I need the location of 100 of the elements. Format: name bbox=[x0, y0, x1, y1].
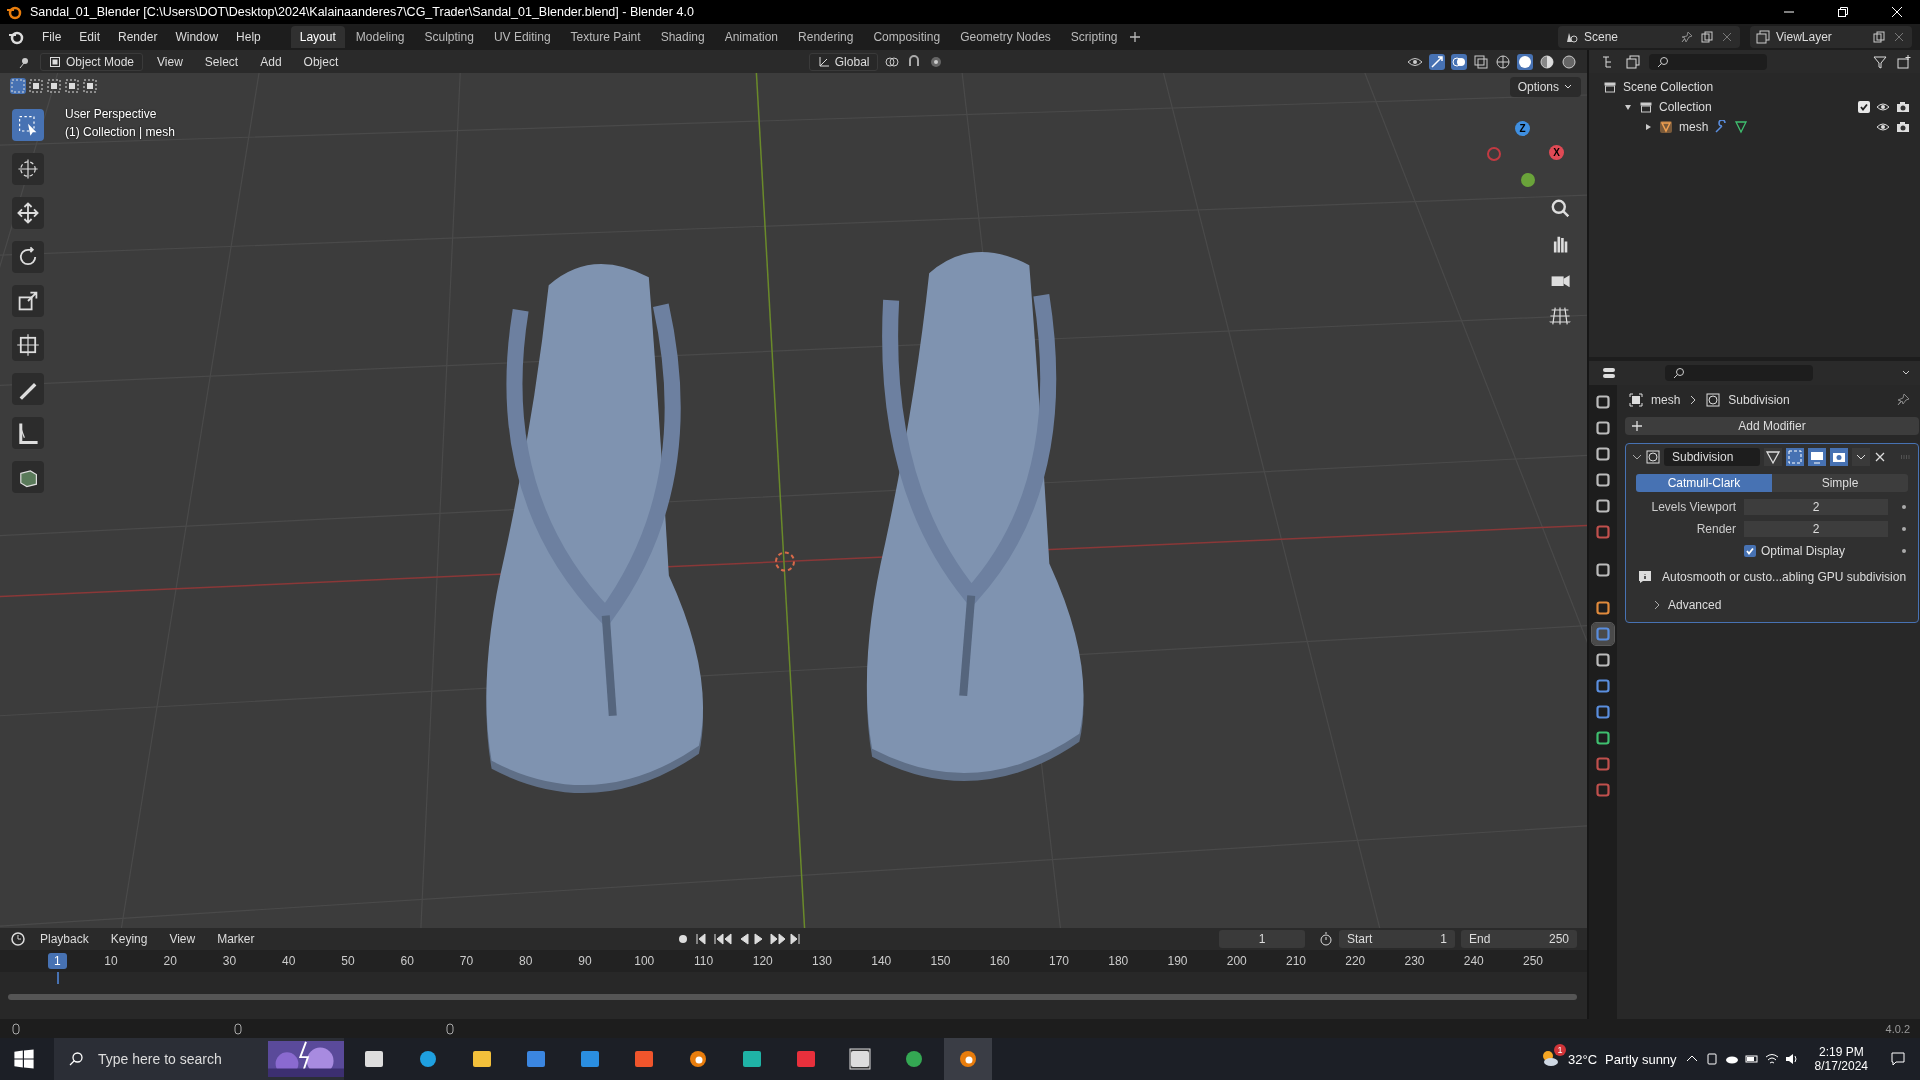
pin-icon[interactable] bbox=[1680, 30, 1694, 44]
menu-item[interactable]: Keying bbox=[102, 929, 156, 949]
filter-layers-icon[interactable] bbox=[1625, 53, 1641, 70]
workspace-tab[interactable]: Geometry Nodes bbox=[951, 26, 1060, 48]
rotate-icon[interactable] bbox=[12, 241, 44, 273]
close-icon[interactable] bbox=[1874, 451, 1886, 463]
eye-icon[interactable] bbox=[1876, 100, 1890, 114]
add-icon[interactable] bbox=[1128, 31, 1141, 43]
scene-selector[interactable]: Scene bbox=[1558, 26, 1740, 48]
overlay-toggle-icon[interactable] bbox=[1451, 53, 1467, 70]
add-modifier-button[interactable]: Add Modifier bbox=[1625, 417, 1919, 435]
workspace-tab[interactable]: Shading bbox=[651, 26, 714, 48]
filter-icon[interactable] bbox=[1872, 53, 1888, 70]
workspace-tab[interactable]: Texture Paint bbox=[561, 26, 650, 48]
outliner-item[interactable]: mesh bbox=[1679, 120, 1709, 134]
clock-time[interactable]: 2:19 PM bbox=[1818, 1045, 1864, 1059]
cursor-icon[interactable] bbox=[12, 153, 44, 185]
workspace-tab[interactable]: Scripting bbox=[1061, 26, 1127, 48]
render-camera-icon[interactable] bbox=[1830, 448, 1848, 466]
measure-icon[interactable] bbox=[12, 417, 44, 449]
menu-item[interactable]: Object bbox=[295, 51, 347, 72]
app-logo-icon[interactable] bbox=[8, 29, 24, 45]
record-icon[interactable] bbox=[676, 933, 689, 945]
restore-icon[interactable] bbox=[1837, 6, 1849, 18]
view-layer-selector[interactable]: ViewLayer bbox=[1750, 26, 1912, 48]
battery-icon[interactable] bbox=[1744, 1052, 1759, 1066]
render-camera-icon[interactable] bbox=[1896, 120, 1910, 134]
workspace-tab[interactable]: UV Editing bbox=[484, 26, 560, 48]
solid-shading-icon[interactable] bbox=[1517, 53, 1533, 70]
expand-toggle[interactable] bbox=[1643, 123, 1653, 131]
menu-item[interactable]: Window bbox=[167, 27, 227, 47]
select-mode-icon[interactable] bbox=[82, 78, 98, 94]
orientation-dropdown[interactable]: Global bbox=[808, 52, 879, 71]
stopwatch-icon[interactable] bbox=[1319, 932, 1333, 946]
annotate-icon[interactable] bbox=[12, 373, 44, 405]
properties-search-field[interactable] bbox=[1665, 365, 1813, 381]
workspace-tab[interactable]: Rendering bbox=[789, 26, 863, 48]
monitor-icon[interactable] bbox=[1808, 448, 1826, 466]
wireframe-shading-icon[interactable] bbox=[1495, 53, 1511, 70]
copy-icon[interactable] bbox=[1700, 30, 1714, 44]
volume-icon[interactable] bbox=[1784, 1052, 1799, 1066]
select-mode-icon[interactable] bbox=[28, 78, 44, 94]
start-frame-field[interactable]: Start 1 bbox=[1339, 930, 1455, 948]
rendered-shading-icon[interactable] bbox=[1561, 53, 1577, 70]
move-icon[interactable] bbox=[12, 197, 44, 229]
number-field[interactable]: 2 bbox=[1744, 499, 1888, 515]
keyframe-dot-icon[interactable] bbox=[1902, 527, 1906, 531]
mesh-data-icon[interactable] bbox=[1734, 120, 1749, 134]
select-mode-icon[interactable] bbox=[46, 78, 62, 94]
gizmo-toggle-icon[interactable] bbox=[1429, 53, 1445, 70]
outliner-search-field[interactable] bbox=[1649, 53, 1767, 70]
menu-item[interactable]: Marker bbox=[209, 929, 263, 949]
menu-item[interactable]: View bbox=[161, 929, 204, 949]
current-frame-field[interactable]: 1 bbox=[1219, 930, 1305, 948]
material-shading-icon[interactable] bbox=[1539, 53, 1555, 70]
weather-text[interactable]: Partly sunny bbox=[1605, 1051, 1677, 1067]
include-checkbox[interactable] bbox=[1858, 101, 1870, 113]
menu-item[interactable]: Playback bbox=[32, 929, 97, 949]
eye-icon[interactable] bbox=[1876, 120, 1890, 134]
editor-type-icon[interactable] bbox=[1601, 365, 1617, 381]
number-field[interactable]: 2 bbox=[1744, 521, 1888, 537]
xray-icon[interactable] bbox=[1473, 53, 1489, 70]
outliner-item[interactable]: Collection bbox=[1659, 100, 1712, 114]
render-camera-icon[interactable] bbox=[1896, 100, 1910, 114]
menu-item[interactable]: Select bbox=[196, 51, 247, 72]
transform-icon[interactable] bbox=[12, 329, 44, 361]
taskbar-search-field[interactable]: Type here to search bbox=[54, 1038, 344, 1080]
workspace-tab[interactable]: Sculpting bbox=[415, 26, 483, 48]
outliner-item[interactable]: Scene Collection bbox=[1623, 80, 1714, 94]
options-button[interactable]: Options bbox=[1509, 77, 1581, 97]
clock-date[interactable]: 8/17/2024 bbox=[1814, 1059, 1868, 1073]
menu-item[interactable]: View bbox=[149, 51, 191, 72]
menu-item[interactable]: Edit bbox=[71, 27, 109, 47]
notifications-icon[interactable] bbox=[1890, 1051, 1906, 1067]
edit-mode-icon[interactable] bbox=[1764, 448, 1782, 466]
keyframe-dot-icon[interactable] bbox=[1902, 549, 1906, 553]
orbit-icon[interactable] bbox=[944, 1038, 992, 1080]
workspace-tab[interactable]: Compositing bbox=[864, 26, 950, 48]
select-mode-icon[interactable] bbox=[64, 78, 80, 94]
tray-icon[interactable] bbox=[1704, 1052, 1719, 1066]
select-box-icon[interactable] bbox=[12, 109, 44, 141]
workspace-tab[interactable]: Animation bbox=[715, 26, 788, 48]
scale-icon[interactable] bbox=[12, 285, 44, 317]
new-collection-icon[interactable] bbox=[1896, 53, 1912, 70]
menu-item[interactable]: File bbox=[34, 27, 70, 47]
navigation-gizmo[interactable]: Z X bbox=[1481, 115, 1571, 195]
copy-icon[interactable] bbox=[1872, 30, 1886, 44]
mode-dropdown[interactable]: Object Mode bbox=[40, 52, 144, 71]
keyframe-dot-icon[interactable] bbox=[1902, 505, 1906, 509]
optimal-display-checkbox[interactable]: Optimal Display bbox=[1744, 544, 1888, 558]
pin-icon[interactable] bbox=[1896, 393, 1910, 407]
menu-item[interactable]: Add bbox=[252, 51, 290, 72]
playhead-frame[interactable]: 1 bbox=[48, 953, 67, 969]
workspace-tab[interactable]: Layout bbox=[290, 26, 345, 48]
expand-toggle[interactable] bbox=[1623, 103, 1633, 111]
add-cube-icon[interactable] bbox=[12, 461, 44, 493]
modifier-name-field[interactable]: Subdivision bbox=[1664, 448, 1760, 466]
end-frame-field[interactable]: End 250 bbox=[1461, 930, 1577, 948]
timeline-scrollbar[interactable] bbox=[8, 994, 1577, 1000]
clock-icon[interactable] bbox=[10, 931, 26, 947]
